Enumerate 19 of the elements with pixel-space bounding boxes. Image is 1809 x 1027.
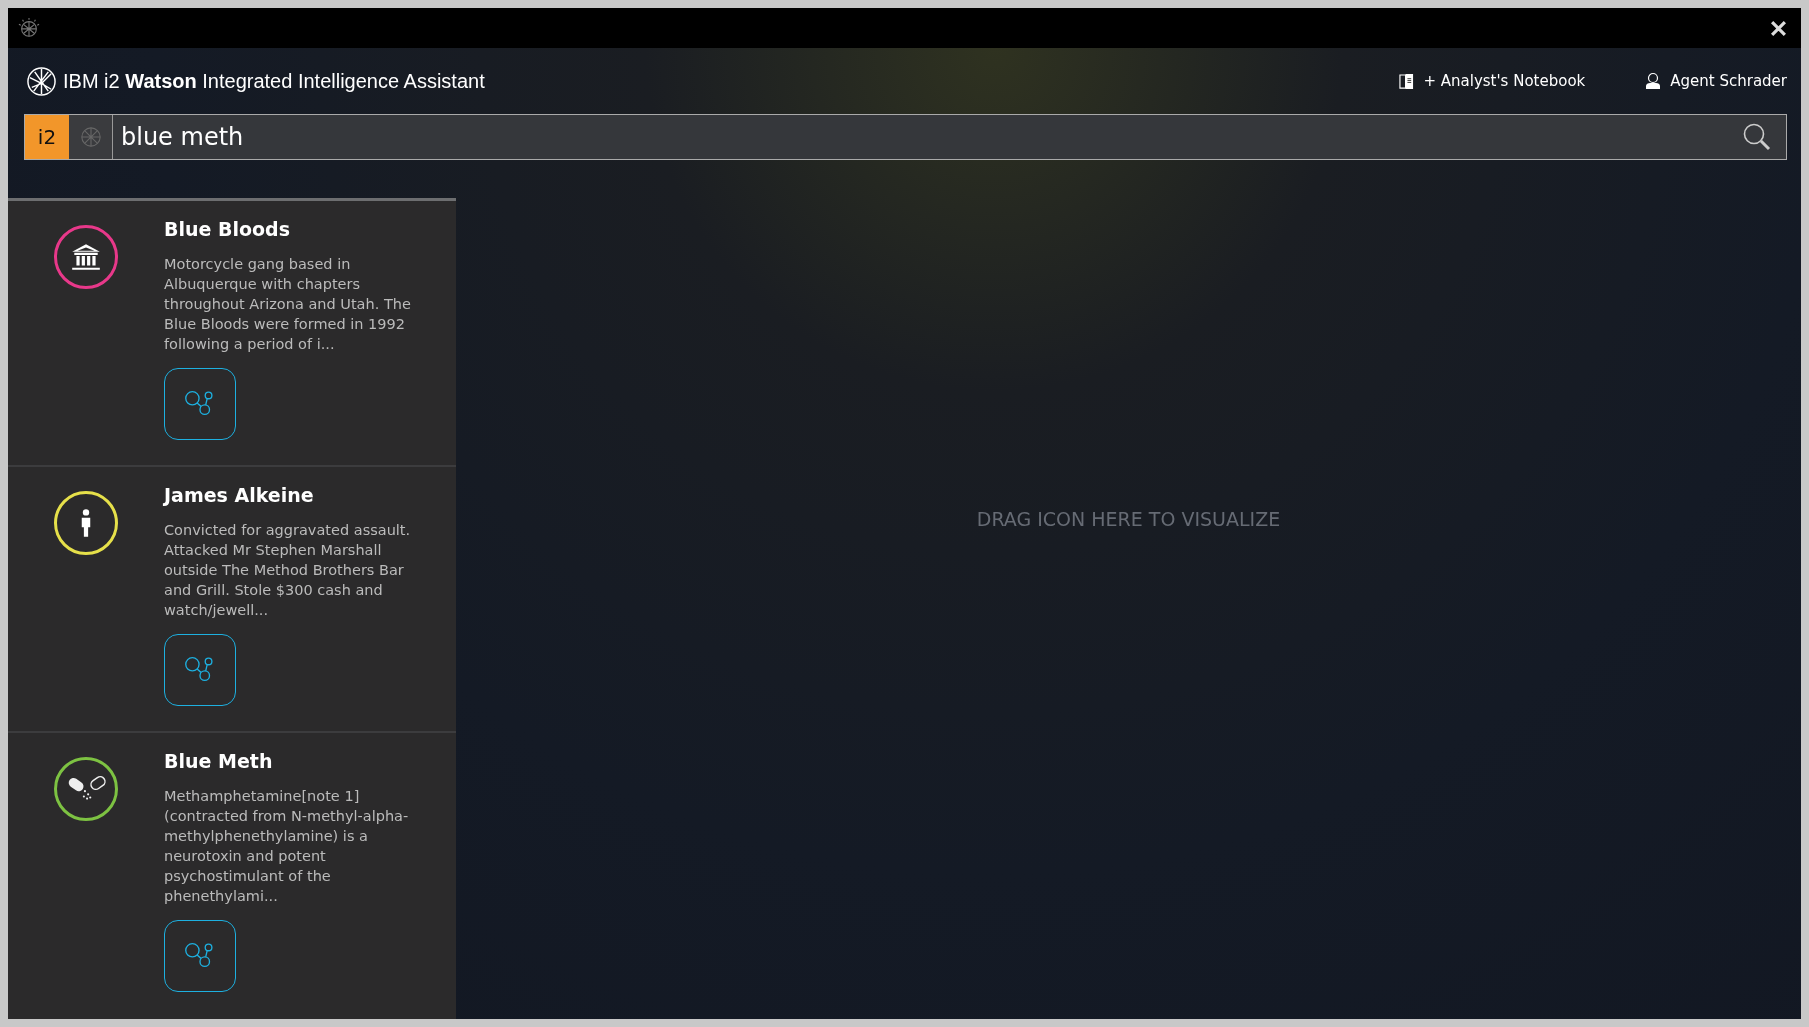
app-title: IBM i2 Watson Integrated Intelligence Assistant [63,69,485,93]
result-description: Motorcycle gang based in Albuquerque with chapters throughout Arizona and Utah. The Blue Bloods were formed in 1992 following a period of i... [164,255,412,354]
result-title: Blue Bloods [164,218,292,240]
close-icon [1770,19,1787,37]
result-description: Convicted for aggravated assault. Attacked Mr Stephen Marshall outside The Method Brothers Bar and Grill. Stole $300 cash and watch/jewell... [164,521,412,620]
visualize-button[interactable] [164,634,236,706]
result-card[interactable]: James Alkeine Convicted for aggravated assault. Attacked Mr Stephen Marshall outside The Method Brothers Bar and Grill. Stole $300 cash and watch/jewell... [8,467,456,733]
visualize-button[interactable] [164,920,236,992]
result-description: Methamphetamine[note 1] (contracted from N-methyl-alpha-methylphenethylamine) is a neurotoxin and potent psychostimulant of the phenethylami... [164,787,410,906]
visualize-button[interactable] [164,368,236,440]
user-menu-link[interactable]: Agent Schrader [1645,72,1787,90]
user-icon [1645,72,1662,90]
result-title: Blue Meth [164,750,274,772]
result-card[interactable]: Blue Meth Methamphetamine[note 1] (contracted from N-methyl-alpha-methylphenethylamine) is a neurotoxin and potent psychostimulant of the phenethylami... [8,733,456,1019]
notebook-link[interactable]: + Analyst's Notebook [1399,72,1586,90]
result-card[interactable]: Blue Bloods Motorcycle gang based in Albuquerque with chapters throughout Arizona and Utah. The Blue Bloods were formed in 1992 following a period of i... [8,201,456,467]
drop-hint: DRAG ICON HERE TO VISUALIZE [976,507,1281,530]
result-title: James Alkeine [164,484,315,506]
notebook-icon [1399,72,1415,90]
